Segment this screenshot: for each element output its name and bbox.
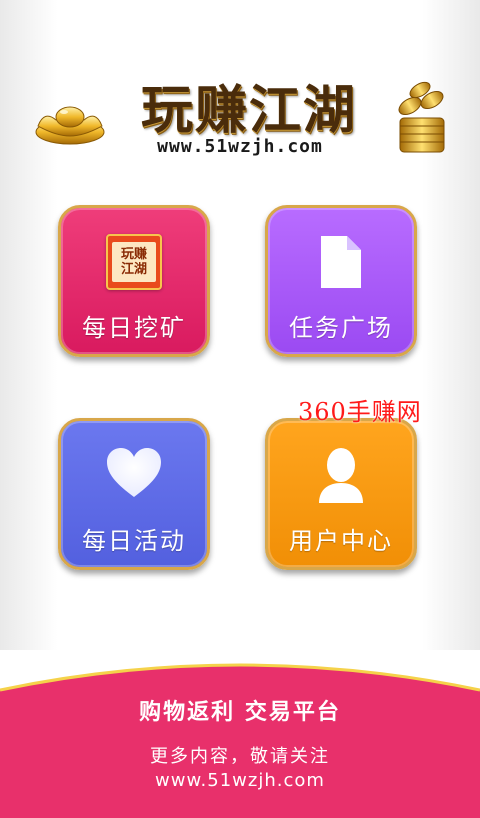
footer-follow-text: 更多内容，敬请关注 <box>150 746 330 767</box>
daily-activity-button[interactable]: 每日活动 <box>58 418 210 570</box>
footer-banner: 购物返利 交易平台 更多内容，敬请关注 www.51wzjh.com <box>0 650 480 818</box>
user-center-button[interactable]: 用户中心 <box>265 418 417 570</box>
footer-website-link[interactable]: www.51wzjh.com <box>0 770 480 791</box>
app-header: 玩赚江湖 www.51wzjh.com <box>0 60 480 170</box>
gold-coins-icon <box>398 81 445 153</box>
task-square-label: 任务广场 <box>289 314 393 342</box>
task-square-button[interactable]: 任务广场 <box>265 205 417 357</box>
user-center-label: 用户中心 <box>289 527 393 555</box>
user-icon <box>319 448 363 503</box>
daily-mining-label: 每日挖矿 <box>82 314 186 342</box>
gold-ingot-icon <box>35 106 105 145</box>
app-logo-icon: 玩赚 江湖 <box>106 234 162 290</box>
app-title: 玩赚江湖 <box>140 80 357 141</box>
app-logo-text-line2: 江湖 <box>120 262 147 277</box>
footer-slogan: 购物返利 交易平台 <box>139 700 341 725</box>
watermark-text: 360手赚网 <box>298 398 422 426</box>
daily-activity-label: 每日活动 <box>82 527 186 555</box>
app-website: www.51wzjh.com <box>157 136 323 157</box>
document-icon <box>321 236 361 288</box>
daily-mining-button[interactable]: 玩赚 江湖 每日挖矿 <box>58 205 210 357</box>
app-logo-text-line1: 玩赚 <box>120 247 147 262</box>
heart-icon <box>107 448 161 497</box>
